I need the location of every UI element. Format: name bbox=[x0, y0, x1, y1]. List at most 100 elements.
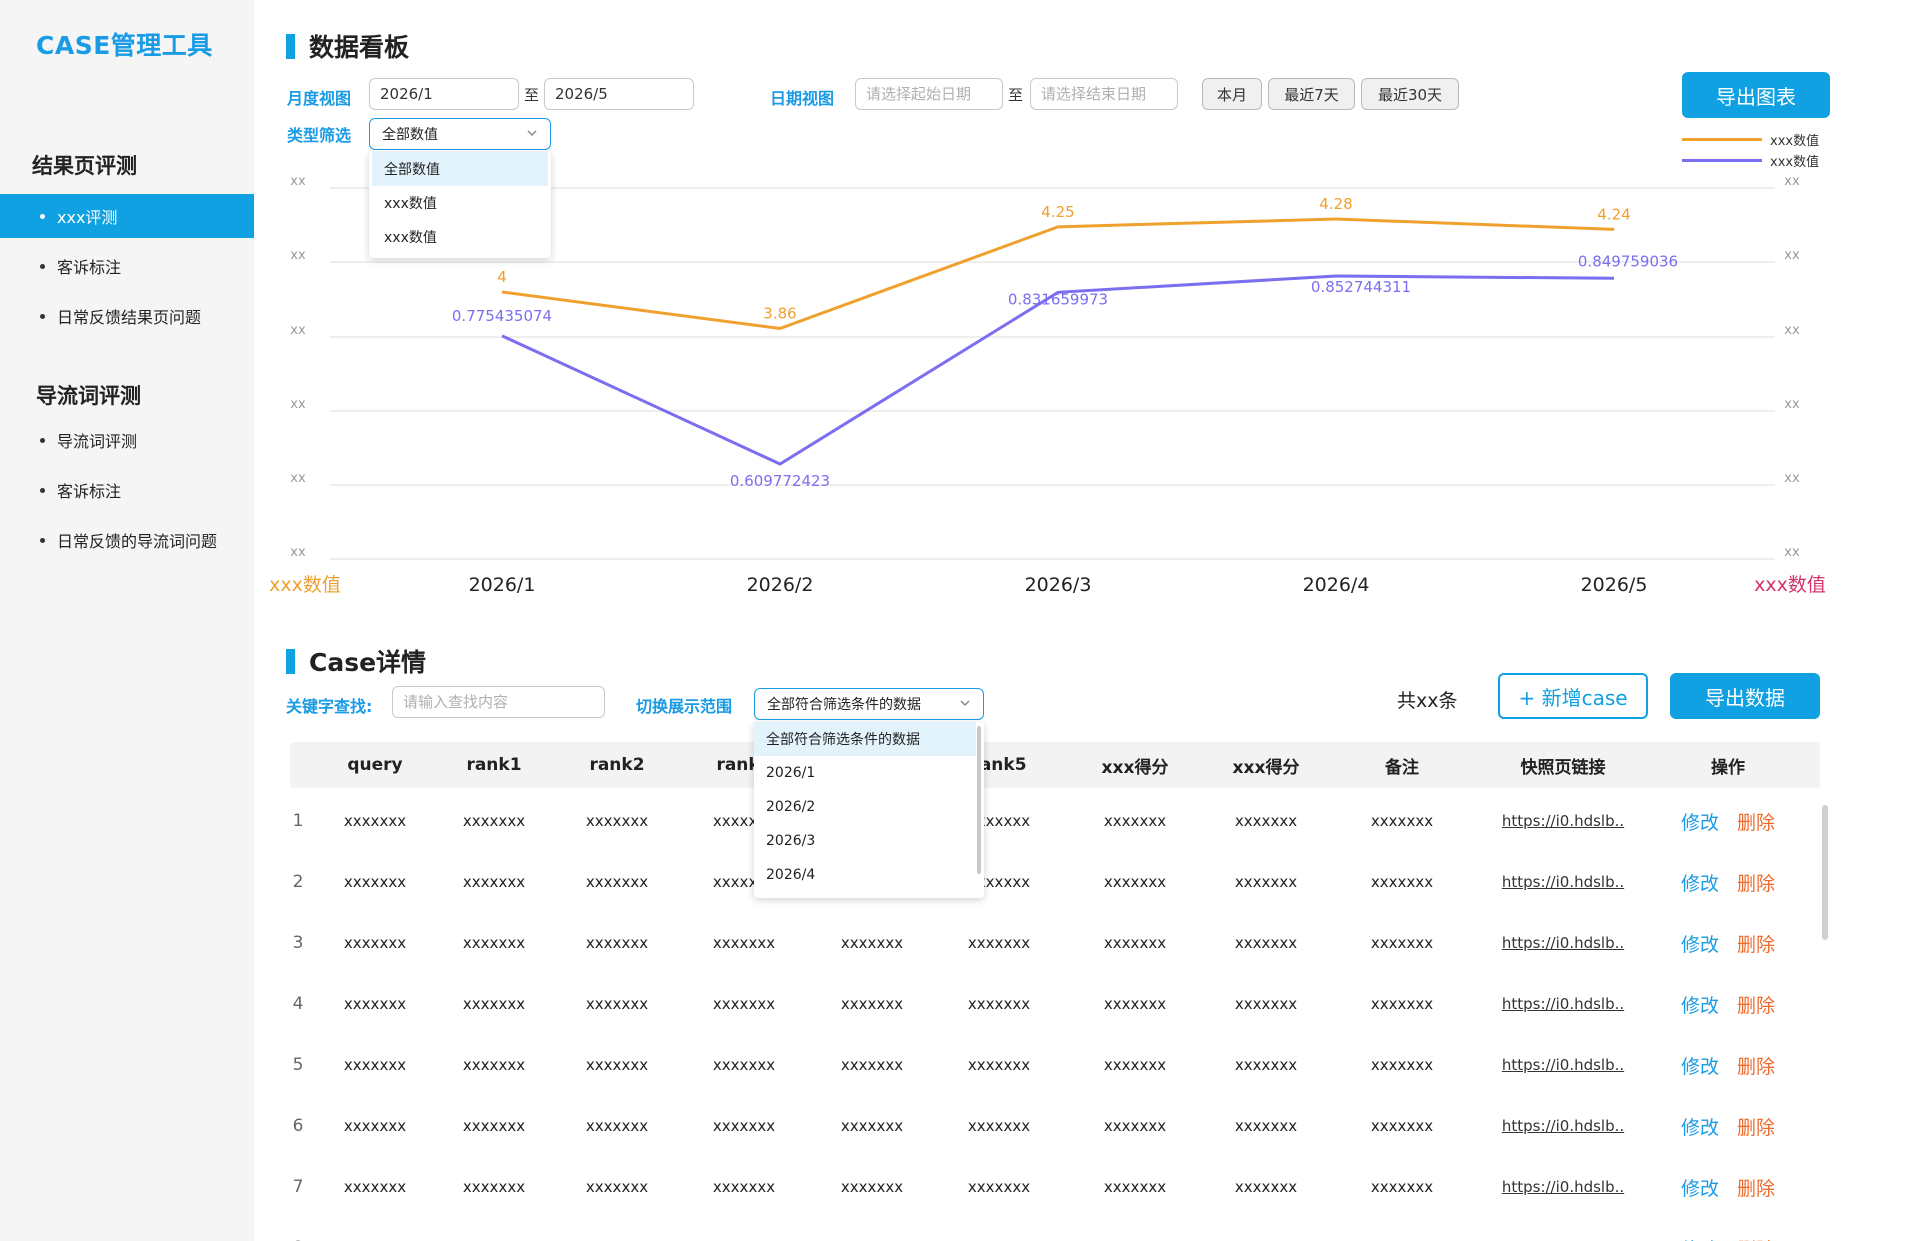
range-option-2026-1[interactable]: 2026/1 bbox=[754, 756, 976, 790]
table-cell: xxxxxxx bbox=[462, 873, 526, 891]
table-cell: xxxxxxx bbox=[841, 1228, 903, 1241]
dropdown-scrollbar[interactable] bbox=[977, 726, 981, 874]
range-option-all[interactable]: 全部符合筛选条件的数据 bbox=[754, 722, 976, 756]
display-range-dropdown: 全部符合筛选条件的数据 2026/1 2026/2 2026/3 2026/4 bbox=[754, 722, 984, 898]
sidebar-item-daily-feedback-guide[interactable]: 日常反馈的导流词问题 bbox=[0, 518, 254, 562]
table-cell: xxxxxxx bbox=[840, 1056, 904, 1074]
type-filter-select[interactable]: 全部数值 bbox=[369, 118, 551, 150]
data-label-orange: 4 bbox=[497, 268, 507, 286]
edit-button[interactable]: 修改 bbox=[1681, 808, 1719, 835]
snapshot-link[interactable]: https://i0.hdslb.. bbox=[1502, 984, 1624, 1024]
sidebar-item-complaint-label-2[interactable]: 客诉标注 bbox=[0, 468, 254, 512]
data-label-orange: 4.25 bbox=[1041, 203, 1074, 221]
sidebar-item-label: 导流词评测 bbox=[57, 432, 138, 451]
export-data-button[interactable]: 导出数据 bbox=[1670, 673, 1820, 719]
sidebar-item-daily-feedback-result[interactable]: 日常反馈结果页问题 bbox=[0, 294, 254, 338]
table-cell: xxxxxxx bbox=[343, 934, 407, 952]
type-option-1[interactable]: xxx数值 bbox=[372, 186, 548, 220]
snapshot-link[interactable]: https://i0.hdslb.. bbox=[1502, 1106, 1624, 1146]
range-option-2026-2[interactable]: 2026/2 bbox=[754, 790, 976, 824]
left-tick-label: xx bbox=[290, 248, 306, 263]
table-scrollbar[interactable] bbox=[1822, 805, 1828, 940]
bullet-icon bbox=[40, 487, 45, 493]
table-cell: xxxxxxx bbox=[1370, 812, 1434, 830]
display-range-select[interactable]: 全部符合筛选条件的数据 bbox=[754, 688, 984, 720]
table-cell: xxxxxxx bbox=[840, 1117, 904, 1135]
table-cell: xxxxxxx bbox=[840, 995, 904, 1013]
left-tick-label: xx bbox=[290, 471, 306, 486]
edit-button[interactable]: 修改 bbox=[1681, 1174, 1719, 1201]
edit-button[interactable]: 修改 bbox=[1681, 1235, 1719, 1241]
edit-button[interactable]: 修改 bbox=[1681, 869, 1719, 896]
edit-button[interactable]: 修改 bbox=[1681, 991, 1719, 1018]
snapshot-link[interactable]: https://i0.hdslb.. bbox=[1502, 923, 1624, 963]
snapshot-link[interactable]: https://i0.hdslb.. bbox=[1502, 1045, 1624, 1085]
table-cell: xxxxxxx bbox=[462, 934, 526, 952]
right-tick-label: xx bbox=[1784, 323, 1800, 338]
right-axis-label: xxx数值 bbox=[1754, 574, 1826, 596]
row-index: 6 bbox=[292, 1116, 304, 1136]
row-index: 4 bbox=[292, 994, 304, 1014]
table-cell: xxxxxxx bbox=[1234, 812, 1298, 830]
delete-button[interactable]: 删除 bbox=[1737, 1052, 1775, 1079]
table-cell: xxxxxxx bbox=[462, 1178, 526, 1196]
delete-button[interactable]: 删除 bbox=[1737, 991, 1775, 1018]
edit-button[interactable]: 修改 bbox=[1681, 1113, 1719, 1140]
snapshot-link[interactable]: https://i0.hdslb.. bbox=[1502, 801, 1624, 841]
keyword-search-input[interactable] bbox=[392, 686, 605, 718]
delete-button[interactable]: 删除 bbox=[1737, 1235, 1775, 1241]
table-cell: xxxxxxx bbox=[967, 934, 1031, 952]
snapshot-link[interactable]: https://i0.hdslb.. bbox=[1502, 1228, 1624, 1241]
table-cell: xxxxxxx bbox=[585, 1056, 649, 1074]
table-cell: xxxxxxx bbox=[840, 1178, 904, 1196]
delete-button[interactable]: 删除 bbox=[1737, 869, 1775, 896]
data-label-purple: 0.775435074 bbox=[452, 307, 552, 325]
table-header-cell: xxx得分 bbox=[1232, 757, 1300, 778]
table-cell: xxxxxxx bbox=[967, 1178, 1031, 1196]
display-range-label: 切换展示范围 bbox=[636, 697, 733, 716]
table-cell: xxxxxxx bbox=[712, 934, 776, 952]
table-cell: xxxxxxx bbox=[343, 873, 407, 891]
edit-button[interactable]: 修改 bbox=[1681, 1052, 1719, 1079]
table-cell: xxxxxxx bbox=[343, 1117, 407, 1135]
sidebar-item-xxx-eval[interactable]: xxx评测 bbox=[0, 194, 254, 238]
sidebar-item-label: 日常反馈的导流词问题 bbox=[57, 532, 218, 551]
sidebar-item-guide-word-eval[interactable]: 导流词评测 bbox=[0, 418, 254, 462]
bullet-icon bbox=[40, 537, 45, 543]
delete-button[interactable]: 删除 bbox=[1737, 1113, 1775, 1140]
snapshot-link[interactable]: https://i0.hdslb.. bbox=[1502, 1167, 1624, 1207]
table-cell: xxxxxxx bbox=[1103, 1117, 1167, 1135]
delete-button[interactable]: 删除 bbox=[1737, 808, 1775, 835]
bullet-icon bbox=[40, 437, 45, 443]
add-case-button[interactable]: + 新增case bbox=[1498, 673, 1648, 719]
type-option-all[interactable]: 全部数值 bbox=[372, 152, 548, 186]
table-cell: xxxxxxx bbox=[1103, 1178, 1167, 1196]
table-header-cell: 快照页链接 bbox=[1520, 757, 1606, 778]
delete-button[interactable]: 删除 bbox=[1737, 1174, 1775, 1201]
table-cell: xxxxxxx bbox=[712, 1178, 776, 1196]
row-index: 8 bbox=[293, 1228, 304, 1241]
table-cell: xxxxxxx bbox=[343, 995, 407, 1013]
type-option-2[interactable]: xxx数值 bbox=[372, 220, 548, 254]
right-tick-label: xx bbox=[1784, 471, 1800, 486]
row-actions: 修改 删除 bbox=[1681, 1228, 1775, 1241]
snapshot-link[interactable]: https://i0.hdslb.. bbox=[1502, 862, 1624, 902]
table-header-cell: xxx得分 bbox=[1101, 757, 1169, 778]
bullet-icon bbox=[40, 263, 45, 269]
range-option-2026-3[interactable]: 2026/3 bbox=[754, 824, 976, 858]
edit-button[interactable]: 修改 bbox=[1681, 930, 1719, 957]
table-cell: xxxxxxx bbox=[967, 1056, 1031, 1074]
data-label-orange: 4.24 bbox=[1597, 205, 1630, 223]
range-option-2026-4[interactable]: 2026/4 bbox=[754, 858, 976, 892]
sidebar-item-label: 日常反馈结果页问题 bbox=[57, 308, 202, 327]
chevron-down-icon bbox=[960, 700, 970, 707]
right-tick-label: xx bbox=[1784, 174, 1800, 189]
display-range-value: 全部符合筛选条件的数据 bbox=[767, 697, 921, 713]
table-cell: xxxxxxx bbox=[585, 873, 649, 891]
data-label-purple: 0.849759036 bbox=[1578, 252, 1678, 270]
table-cell: xxxxxxx bbox=[967, 1117, 1031, 1135]
table-cell: xxxxxxx bbox=[343, 1056, 407, 1074]
delete-button[interactable]: 删除 bbox=[1737, 930, 1775, 957]
sidebar-item-complaint-label[interactable]: 客诉标注 bbox=[0, 244, 254, 288]
table-cell: xxxxxxx bbox=[967, 995, 1031, 1013]
